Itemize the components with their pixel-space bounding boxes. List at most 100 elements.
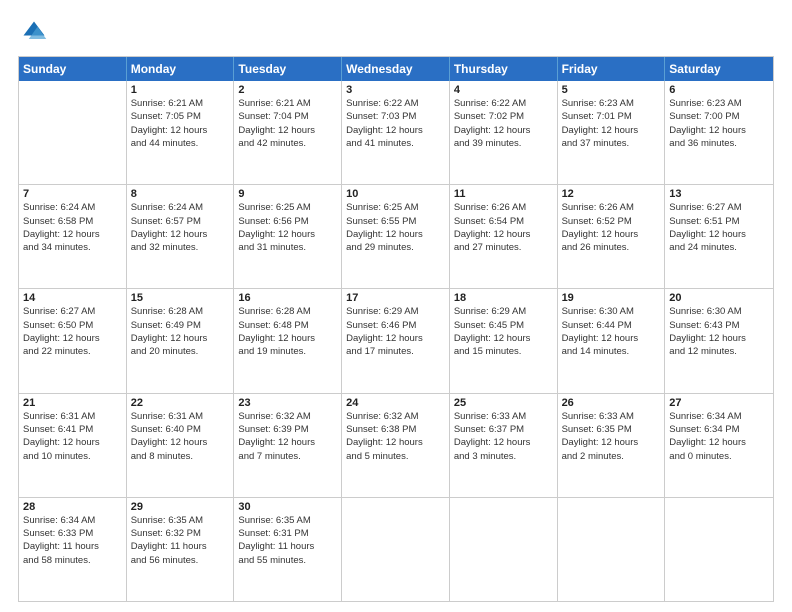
cell-info-line: Sunrise: 6:24 AM xyxy=(131,201,230,214)
cal-cell-day-29: 29Sunrise: 6:35 AMSunset: 6:32 PMDayligh… xyxy=(127,498,235,601)
day-number: 13 xyxy=(669,188,769,200)
cell-info-line: Daylight: 12 hours xyxy=(562,124,661,137)
cal-cell-day-8: 8Sunrise: 6:24 AMSunset: 6:57 PMDaylight… xyxy=(127,185,235,288)
cell-info-line: Sunset: 6:37 PM xyxy=(454,423,553,436)
cell-info-line: Sunset: 6:35 PM xyxy=(562,423,661,436)
day-number: 26 xyxy=(562,397,661,409)
cell-info-line: Sunset: 6:50 PM xyxy=(23,319,122,332)
cell-info-line: Sunset: 7:05 PM xyxy=(131,110,230,123)
cell-info-line: Sunset: 6:34 PM xyxy=(669,423,769,436)
cell-info-line: Sunset: 7:02 PM xyxy=(454,110,553,123)
cell-info-line: and 10 minutes. xyxy=(23,450,122,463)
cell-info-line: Sunset: 6:55 PM xyxy=(346,215,445,228)
cell-info-line: Daylight: 12 hours xyxy=(454,436,553,449)
cell-info-line: Sunset: 6:46 PM xyxy=(346,319,445,332)
day-number: 5 xyxy=(562,84,661,96)
cal-cell-day-24: 24Sunrise: 6:32 AMSunset: 6:38 PMDayligh… xyxy=(342,394,450,497)
logo-icon xyxy=(20,18,48,46)
cell-info-line: Daylight: 11 hours xyxy=(131,540,230,553)
cell-info-line: Daylight: 11 hours xyxy=(238,540,337,553)
cal-cell-day-18: 18Sunrise: 6:29 AMSunset: 6:45 PMDayligh… xyxy=(450,289,558,392)
cell-info-line: Sunset: 6:54 PM xyxy=(454,215,553,228)
cell-info-line: Sunrise: 6:35 AM xyxy=(238,514,337,527)
cell-info-line: Sunrise: 6:25 AM xyxy=(238,201,337,214)
cell-info-line: and 55 minutes. xyxy=(238,554,337,567)
cell-info-line: Daylight: 12 hours xyxy=(23,332,122,345)
cal-week-3: 14Sunrise: 6:27 AMSunset: 6:50 PMDayligh… xyxy=(19,289,773,393)
cell-info-line: Sunrise: 6:28 AM xyxy=(238,305,337,318)
cell-info-line: Sunrise: 6:29 AM xyxy=(454,305,553,318)
cell-info-line: and 0 minutes. xyxy=(669,450,769,463)
cell-info-line: and 14 minutes. xyxy=(562,345,661,358)
cell-info-line: and 27 minutes. xyxy=(454,241,553,254)
cell-info-line: Sunrise: 6:27 AM xyxy=(669,201,769,214)
cal-cell-day-16: 16Sunrise: 6:28 AMSunset: 6:48 PMDayligh… xyxy=(234,289,342,392)
cell-info-line: and 26 minutes. xyxy=(562,241,661,254)
day-number: 15 xyxy=(131,292,230,304)
cell-info-line: and 19 minutes. xyxy=(238,345,337,358)
cell-info-line: Daylight: 12 hours xyxy=(238,228,337,241)
cal-cell-day-13: 13Sunrise: 6:27 AMSunset: 6:51 PMDayligh… xyxy=(665,185,773,288)
cell-info-line: Sunset: 6:31 PM xyxy=(238,527,337,540)
cell-info-line: Sunset: 6:49 PM xyxy=(131,319,230,332)
cell-info-line: Sunrise: 6:27 AM xyxy=(23,305,122,318)
cell-info-line: Sunrise: 6:24 AM xyxy=(23,201,122,214)
cell-info-line: and 17 minutes. xyxy=(346,345,445,358)
cell-info-line: Sunrise: 6:26 AM xyxy=(562,201,661,214)
day-number: 23 xyxy=(238,397,337,409)
cell-info-line: and 42 minutes. xyxy=(238,137,337,150)
day-number: 22 xyxy=(131,397,230,409)
day-number: 30 xyxy=(238,501,337,513)
cell-info-line: Sunset: 6:44 PM xyxy=(562,319,661,332)
cell-info-line: Sunrise: 6:34 AM xyxy=(669,410,769,423)
day-number: 20 xyxy=(669,292,769,304)
day-number: 29 xyxy=(131,501,230,513)
cell-info-line: Sunrise: 6:31 AM xyxy=(131,410,230,423)
day-number: 14 xyxy=(23,292,122,304)
cal-cell-empty xyxy=(558,498,666,601)
cell-info-line: Daylight: 12 hours xyxy=(669,124,769,137)
cal-cell-day-17: 17Sunrise: 6:29 AMSunset: 6:46 PMDayligh… xyxy=(342,289,450,392)
cell-info-line: Daylight: 12 hours xyxy=(238,332,337,345)
cal-header-wednesday: Wednesday xyxy=(342,57,450,81)
day-number: 24 xyxy=(346,397,445,409)
cal-cell-day-28: 28Sunrise: 6:34 AMSunset: 6:33 PMDayligh… xyxy=(19,498,127,601)
cell-info-line: Sunrise: 6:23 AM xyxy=(669,97,769,110)
cell-info-line: Sunset: 6:38 PM xyxy=(346,423,445,436)
cell-info-line: Sunset: 6:45 PM xyxy=(454,319,553,332)
cal-cell-day-25: 25Sunrise: 6:33 AMSunset: 6:37 PMDayligh… xyxy=(450,394,558,497)
logo xyxy=(18,18,48,46)
cell-info-line: Daylight: 12 hours xyxy=(346,228,445,241)
cell-info-line: and 22 minutes. xyxy=(23,345,122,358)
cell-info-line: and 36 minutes. xyxy=(669,137,769,150)
cal-header-monday: Monday xyxy=(127,57,235,81)
day-number: 10 xyxy=(346,188,445,200)
cell-info-line: Daylight: 12 hours xyxy=(454,228,553,241)
cell-info-line: Sunrise: 6:32 AM xyxy=(346,410,445,423)
cell-info-line: Sunset: 6:52 PM xyxy=(562,215,661,228)
cal-cell-day-5: 5Sunrise: 6:23 AMSunset: 7:01 PMDaylight… xyxy=(558,81,666,184)
cell-info-line: Sunrise: 6:29 AM xyxy=(346,305,445,318)
cell-info-line: Daylight: 12 hours xyxy=(669,332,769,345)
cell-info-line: and 31 minutes. xyxy=(238,241,337,254)
cell-info-line: Daylight: 12 hours xyxy=(454,124,553,137)
day-number: 8 xyxy=(131,188,230,200)
calendar: SundayMondayTuesdayWednesdayThursdayFrid… xyxy=(18,56,774,602)
cell-info-line: Sunrise: 6:25 AM xyxy=(346,201,445,214)
cell-info-line: Daylight: 12 hours xyxy=(23,436,122,449)
cell-info-line: Daylight: 12 hours xyxy=(346,124,445,137)
cal-cell-day-30: 30Sunrise: 6:35 AMSunset: 6:31 PMDayligh… xyxy=(234,498,342,601)
cal-cell-day-14: 14Sunrise: 6:27 AMSunset: 6:50 PMDayligh… xyxy=(19,289,127,392)
cell-info-line: and 12 minutes. xyxy=(669,345,769,358)
cell-info-line: Daylight: 12 hours xyxy=(562,332,661,345)
cell-info-line: Daylight: 12 hours xyxy=(669,436,769,449)
day-number: 9 xyxy=(238,188,337,200)
cal-cell-day-23: 23Sunrise: 6:32 AMSunset: 6:39 PMDayligh… xyxy=(234,394,342,497)
cell-info-line: and 41 minutes. xyxy=(346,137,445,150)
cal-cell-day-12: 12Sunrise: 6:26 AMSunset: 6:52 PMDayligh… xyxy=(558,185,666,288)
cell-info-line: and 7 minutes. xyxy=(238,450,337,463)
cell-info-line: Sunrise: 6:22 AM xyxy=(346,97,445,110)
cal-cell-empty xyxy=(342,498,450,601)
cal-cell-day-2: 2Sunrise: 6:21 AMSunset: 7:04 PMDaylight… xyxy=(234,81,342,184)
cell-info-line: Sunrise: 6:35 AM xyxy=(131,514,230,527)
